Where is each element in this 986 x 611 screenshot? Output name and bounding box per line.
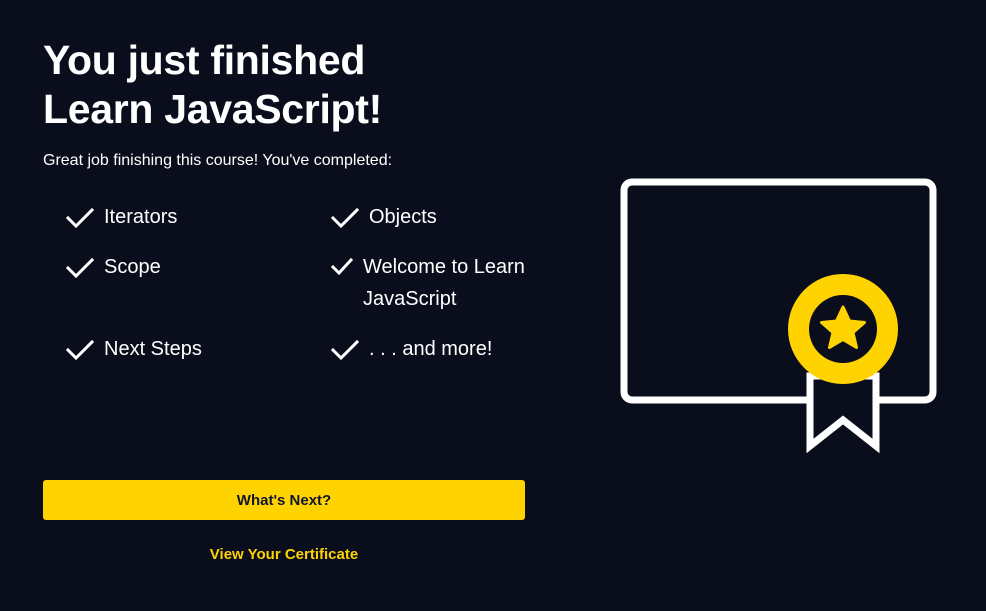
completion-subtitle: Great job finishing this course! You've … — [43, 152, 393, 169]
list-item: Next Steps — [66, 338, 202, 365]
list-item-label: Iterators — [104, 206, 178, 228]
list-item-label-line1: Welcome to Learn — [363, 256, 525, 278]
list-item-label: Objects — [369, 206, 437, 228]
check-icon — [66, 257, 94, 279]
check-icon — [66, 339, 94, 361]
check-icon — [331, 207, 359, 229]
list-item: . . . and more! — [331, 338, 492, 365]
check-icon — [331, 257, 353, 279]
page-title-line1: You just finished — [43, 37, 366, 83]
view-certificate-link[interactable]: View Your Certificate — [43, 545, 525, 565]
list-item-label: Scope — [104, 256, 161, 278]
whats-next-button[interactable]: What's Next? — [43, 480, 525, 520]
list-item: Scope — [66, 256, 161, 283]
page-title-line2: Learn JavaScript! — [43, 86, 382, 132]
list-item-label: Welcome to Learn JavaScript — [363, 251, 525, 315]
check-icon — [331, 339, 359, 361]
list-item-label: . . . and more! — [369, 338, 493, 360]
check-icon — [66, 207, 94, 229]
list-item: Objects — [331, 206, 437, 233]
list-item-label-line2: JavaScript — [363, 288, 457, 310]
certificate-icon — [618, 176, 942, 461]
page-title: You just finished Learn JavaScript! — [43, 36, 382, 134]
list-item: Welcome to Learn JavaScript — [331, 256, 525, 315]
list-item-label: Next Steps — [104, 338, 202, 360]
list-item: Iterators — [66, 206, 177, 233]
